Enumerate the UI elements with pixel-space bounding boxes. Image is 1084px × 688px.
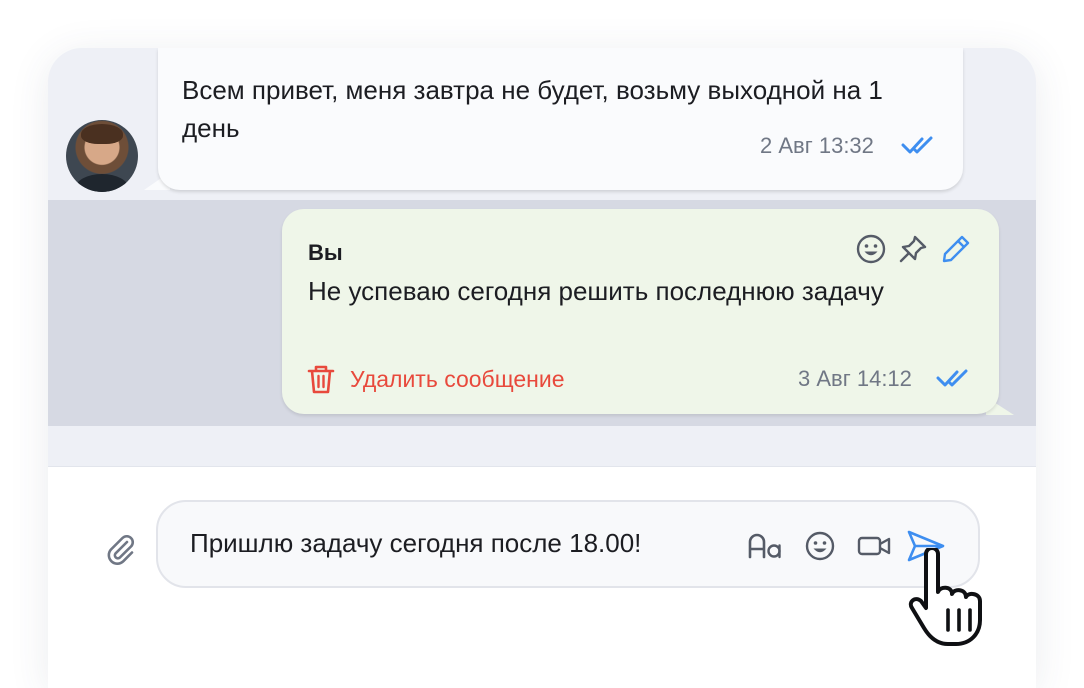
text-format-icon[interactable]	[745, 526, 785, 566]
avatar[interactable]	[66, 120, 138, 192]
read-checkmark-icon	[936, 369, 968, 387]
delete-message-label: Удалить сообщение	[350, 365, 565, 392]
outgoing-message-time: 3 Авг 14:12	[798, 366, 912, 391]
pin-icon[interactable]	[896, 232, 930, 266]
video-icon[interactable]	[854, 526, 894, 566]
read-checkmark-icon	[901, 136, 933, 154]
hand-pointer-cursor-icon	[908, 548, 982, 646]
sender-name: Вы	[308, 240, 343, 265]
edit-icon[interactable]	[939, 232, 973, 266]
trash-icon	[307, 365, 335, 394]
chat-window: Всем привет, меня завтра не будет, возьм…	[48, 48, 1036, 688]
message-input-value[interactable]: Пришлю задачу сегодня после 18.00!	[190, 528, 641, 559]
emoji-icon[interactable]	[800, 526, 840, 566]
attach-icon[interactable]	[102, 530, 138, 566]
delete-message-button[interactable]: Удалить сообщение	[306, 362, 565, 396]
outgoing-message-text: Не успеваю сегодня решить последнюю зада…	[308, 276, 884, 306]
incoming-message-time: 2 Авг 13:32	[760, 133, 874, 158]
emoji-icon[interactable]	[854, 232, 888, 266]
